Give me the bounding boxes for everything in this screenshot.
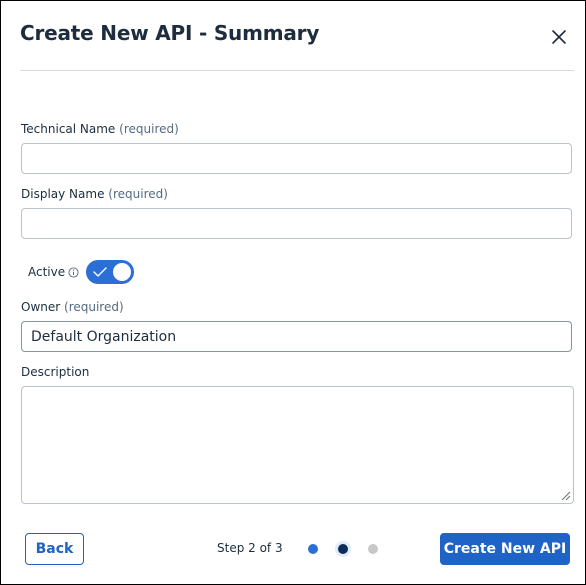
technical-name-label-text: Technical Name: [21, 122, 116, 136]
create-api-dialog: Create New API - Summary Technical Name …: [0, 0, 586, 585]
step-indicator-text: Step 2 of 3: [217, 541, 283, 555]
description-label: Description: [21, 365, 90, 379]
active-label: Active: [28, 265, 66, 279]
technical-name-label: Technical Name (required): [21, 122, 179, 136]
display-name-label: Display Name (required): [21, 187, 168, 201]
info-icon[interactable]: [68, 266, 79, 278]
display-name-required-hint: (required): [108, 187, 168, 201]
owner-label: Owner (required): [21, 300, 124, 314]
step-dot-3: [368, 544, 378, 554]
close-button[interactable]: [550, 28, 568, 46]
technical-name-required-hint: (required): [119, 122, 179, 136]
display-name-label-text: Display Name: [21, 187, 105, 201]
owner-field[interactable]: Default Organization: [21, 321, 572, 352]
dialog-title: Create New API - Summary: [20, 21, 320, 45]
create-api-button[interactable]: Create New API: [440, 533, 570, 565]
resize-handle-icon[interactable]: [559, 489, 571, 501]
display-name-input[interactable]: [21, 208, 572, 239]
check-icon: [93, 267, 107, 277]
close-icon: [552, 30, 566, 44]
owner-label-text: Owner: [21, 300, 61, 314]
header-divider: [20, 70, 574, 71]
back-button[interactable]: Back: [25, 533, 84, 565]
active-row: Active: [28, 260, 135, 284]
toggle-knob: [113, 263, 132, 281]
description-textarea[interactable]: [21, 386, 574, 504]
owner-required-hint: (required): [64, 300, 124, 314]
step-dot-2: [338, 544, 348, 554]
step-dot-1: [308, 544, 318, 554]
active-toggle[interactable]: [86, 260, 135, 284]
technical-name-input[interactable]: [21, 143, 572, 174]
